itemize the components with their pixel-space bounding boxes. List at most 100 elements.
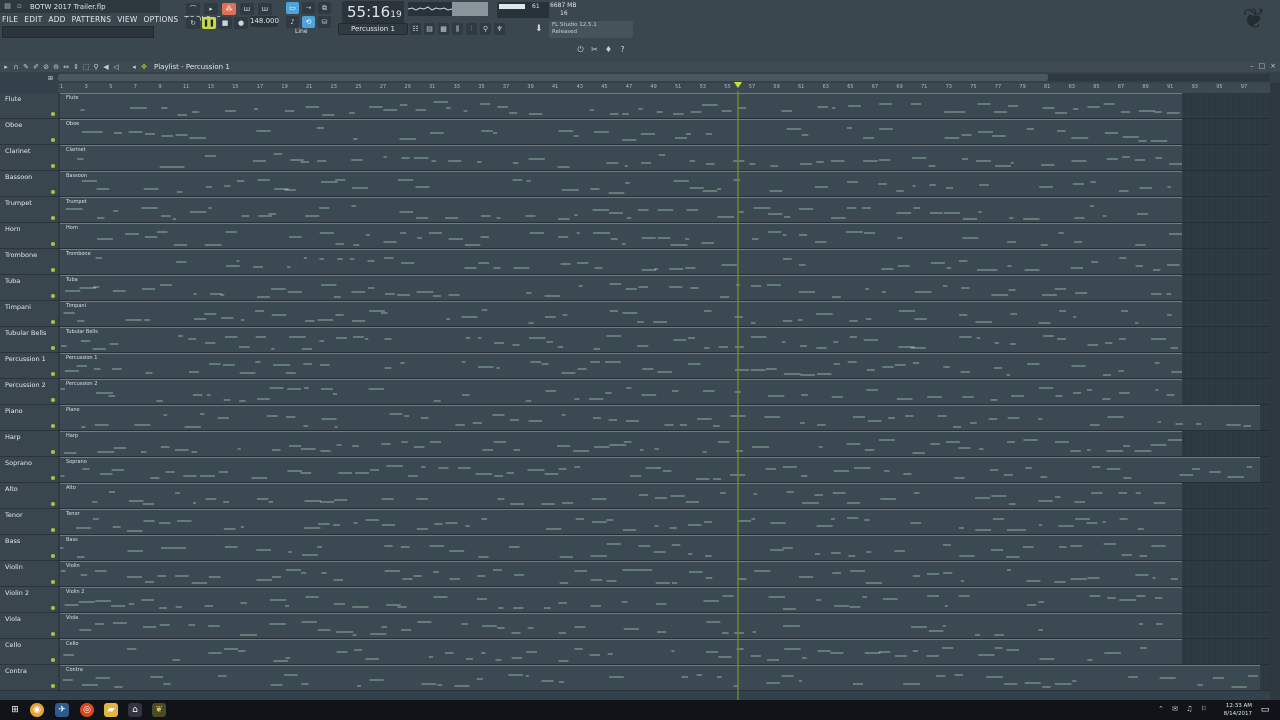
mute-icon[interactable]: ⊖: [52, 63, 60, 71]
slice-icon[interactable]: ⇕: [72, 63, 80, 71]
menu-options[interactable]: OPTIONS: [144, 15, 179, 24]
pattern-clip[interactable]: Viola: [60, 613, 1182, 638]
browser-icon[interactable]: ⫶: [466, 23, 477, 35]
maximize-icon[interactable]: □: [1259, 62, 1266, 72]
track-header[interactable]: Percussion 2: [0, 379, 58, 405]
power-icon[interactable]: ⏻: [575, 44, 586, 56]
pattern-song-toggle-icon[interactable]: ▭: [286, 2, 299, 14]
pattern-clip[interactable]: Contra: [60, 665, 1260, 690]
song-position-marker[interactable]: [734, 82, 742, 88]
metronome-icon[interactable]: ⁂: [222, 3, 236, 15]
track-led-icon[interactable]: [51, 294, 55, 298]
zoom-icon[interactable]: ⚲: [92, 63, 100, 71]
track-led-icon[interactable]: [51, 372, 55, 376]
track-header[interactable]: Oboe: [0, 119, 58, 145]
explorer-icon[interactable]: ▰: [104, 703, 118, 717]
store-icon[interactable]: ⌂: [128, 703, 142, 717]
track-lane[interactable]: Tuba: [58, 275, 1270, 301]
pattern-clip[interactable]: Oboe: [60, 119, 1182, 144]
track-lane[interactable]: Soprano: [58, 457, 1270, 483]
pattern-clip[interactable]: Horn: [60, 223, 1182, 248]
arrow-left-icon[interactable]: ◂: [130, 63, 138, 71]
draw-icon[interactable]: ✎: [22, 63, 30, 71]
tempo-display[interactable]: 148.000: [250, 16, 279, 27]
pattern-selector[interactable]: Percussion 1: [338, 23, 408, 35]
track-led-icon[interactable]: [51, 632, 55, 636]
pattern-clip[interactable]: Percussion 2: [60, 379, 1182, 404]
news-panel[interactable]: FL Studio 12.5.1 Released: [549, 21, 633, 38]
track-led-icon[interactable]: [51, 112, 55, 116]
track-header[interactable]: Cello: [0, 639, 58, 665]
close-icon[interactable]: ×: [1270, 62, 1276, 72]
track-led-icon[interactable]: [51, 346, 55, 350]
tools-icon[interactable]: ✂: [589, 44, 600, 56]
mic-icon[interactable]: ♆: [494, 23, 505, 35]
track-led-icon[interactable]: [51, 398, 55, 402]
paint-icon[interactable]: ✐: [32, 63, 40, 71]
track-lane[interactable]: Clarinet: [58, 145, 1270, 171]
system-clock[interactable]: 12:33 AM 8/14/2017: [1224, 702, 1252, 718]
download-icon[interactable]: ⬇: [535, 24, 547, 36]
pattern-clip[interactable]: Tuba: [60, 275, 1182, 300]
track-header[interactable]: Harp: [0, 431, 58, 457]
step-edit-icon[interactable]: ➝: [302, 2, 315, 14]
track-led-icon[interactable]: [51, 606, 55, 610]
track-lane[interactable]: Piano: [58, 405, 1270, 431]
track-header[interactable]: Tenor: [0, 509, 58, 535]
track-led-icon[interactable]: [51, 138, 55, 142]
menu-patterns[interactable]: PATTERNS: [72, 15, 112, 24]
timeline-ruler[interactable]: 1 3 5 7 9 11 13 15 17 19 21 23 25 27 29 31 33 35 37 39 41 43 4…: [58, 83, 1270, 93]
track-led-icon[interactable]: [51, 580, 55, 584]
pattern-clip[interactable]: Clarinet: [60, 145, 1182, 170]
menu-file[interactable]: FILE: [2, 15, 18, 24]
track-header[interactable]: Violin 2: [0, 587, 58, 613]
firefox-icon[interactable]: ◎: [80, 703, 94, 717]
pattern-clip[interactable]: Trombone: [60, 249, 1182, 274]
track-header[interactable]: Bass: [0, 535, 58, 561]
track-led-icon[interactable]: [51, 554, 55, 558]
slip-icon[interactable]: ⇔: [62, 63, 70, 71]
pattern-clip[interactable]: Violin 2: [60, 587, 1182, 612]
track-header[interactable]: Viola: [0, 613, 58, 639]
track-lane[interactable]: Violin: [58, 561, 1270, 587]
playback-icon[interactable]: ◀: [102, 63, 110, 71]
track-lane[interactable]: Trombone: [58, 249, 1270, 275]
blend-notes-icon[interactable]: ⟲: [302, 16, 315, 28]
track-led-icon[interactable]: [51, 216, 55, 220]
menu-add[interactable]: ADD: [48, 15, 65, 24]
playlist-icon[interactable]: ☷: [410, 23, 421, 35]
track-header[interactable]: Soprano: [0, 457, 58, 483]
magnet-icon[interactable]: ∩: [12, 63, 20, 71]
plugin-picker-icon[interactable]: ⚲: [480, 23, 491, 35]
pattern-clip[interactable]: Percussion 1: [60, 353, 1182, 378]
pattern-clip[interactable]: Tubular Bells: [60, 327, 1182, 352]
multilink-icon[interactable]: ⛁: [318, 16, 331, 28]
track-led-icon[interactable]: [51, 164, 55, 168]
horizontal-scrollbar[interactable]: [58, 74, 1270, 81]
start-icon[interactable]: ⊞: [8, 703, 22, 717]
track-header[interactable]: Percussion 1: [0, 353, 58, 379]
pattern-clip[interactable]: Violin: [60, 561, 1182, 586]
track-header[interactable]: Tuba: [0, 275, 58, 301]
mic-record-icon[interactable]: ♦: [603, 44, 614, 56]
notifications-icon[interactable]: ▭: [1258, 703, 1272, 717]
track-lane[interactable]: Oboe: [58, 119, 1270, 145]
track-header[interactable]: Trombone: [0, 249, 58, 275]
mixer-icon[interactable]: ⧉: [318, 2, 331, 14]
pattern-clip[interactable]: Bassoon: [60, 171, 1182, 196]
typing-keyboard-icon[interactable]: ♪: [286, 16, 299, 28]
snap-selector[interactable]: Line: [295, 28, 308, 35]
track-led-icon[interactable]: [51, 450, 55, 454]
scrollbar-thumb[interactable]: [58, 74, 1048, 81]
countdown-icon[interactable]: ш: [258, 3, 272, 15]
track-lane[interactable]: Viola: [58, 613, 1270, 639]
pattern-clip[interactable]: Soprano: [60, 457, 1260, 482]
track-lane[interactable]: Harp: [58, 431, 1270, 457]
song-mode-icon[interactable]: ▸: [204, 3, 218, 15]
play-pause-icon[interactable]: ❚❚: [202, 17, 216, 29]
pattern-clip[interactable]: Trumpet: [60, 197, 1182, 222]
track-lane[interactable]: Flute: [58, 93, 1270, 119]
track-led-icon[interactable]: [51, 424, 55, 428]
pattern-clip[interactable]: Cello: [60, 639, 1182, 664]
pattern-clip[interactable]: Flute: [60, 93, 1182, 118]
